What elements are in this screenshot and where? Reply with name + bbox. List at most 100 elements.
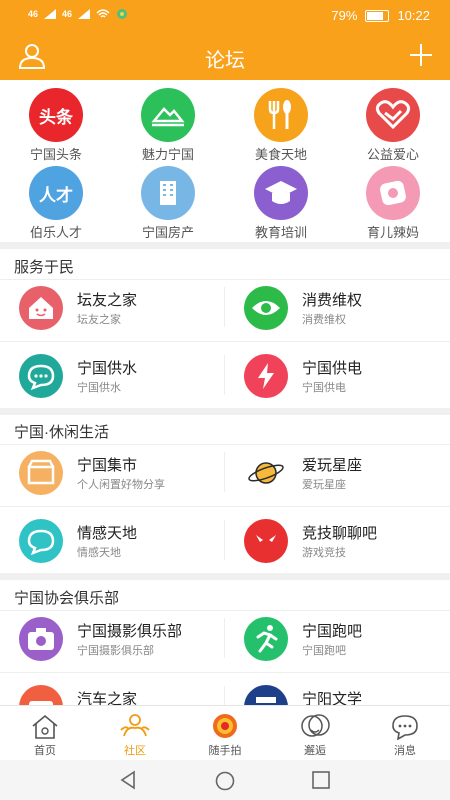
chat-icon [19, 354, 63, 398]
forum-card-game-mask[interactable]: 竞技聊聊吧 游戏竞技 [244, 519, 450, 565]
forum-card-eye[interactable]: 消费维权 消费维权 [244, 286, 450, 332]
back-nav-icon[interactable] [118, 770, 138, 790]
forum-card-subtitle: 宁国供电 [302, 382, 346, 394]
signal-2-label: 46 [62, 9, 73, 19]
divider [0, 279, 450, 280]
tab-encounter[interactable]: 邂逅 [280, 712, 350, 758]
forum-card-subtitle: 爱玩星座 [302, 479, 346, 491]
runner-icon [244, 617, 288, 661]
message-icon [389, 712, 421, 741]
signal-1-icon [44, 9, 57, 19]
forum-card-chat[interactable]: 宁国供水 宁国供水 [19, 354, 234, 400]
system-nav-bar [0, 760, 450, 800]
category-landscape[interactable]: 魅力宁国 [112, 88, 224, 163]
building-icon [141, 166, 195, 220]
tab-label: 随手拍 [208, 745, 242, 757]
divider [0, 506, 450, 507]
forum-card-title: 竞技聊聊吧 [302, 525, 378, 542]
forum-card-title: 坛友之家 [77, 292, 138, 309]
clock: 10:22 [397, 8, 430, 23]
shop-icon [19, 451, 63, 495]
category-graduation-cap[interactable]: 教育培训 [225, 166, 337, 241]
game-mask-icon [244, 519, 288, 563]
eye-icon [244, 286, 288, 330]
forum-card-subtitle: 坛友之家 [77, 314, 121, 326]
heart-icon [366, 88, 420, 142]
forum-card-subtitle: 宁国跑吧 [302, 645, 346, 657]
tab-home[interactable]: 首页 [10, 712, 80, 758]
recents-nav-icon[interactable] [312, 771, 330, 789]
forum-card-lightning[interactable]: 宁国供电 宁国供电 [244, 354, 450, 400]
category-toutiao[interactable]: 头条 宁国头条 [0, 88, 112, 163]
tab-message[interactable]: 消息 [370, 712, 440, 758]
forum-card-title: 消费维权 [302, 292, 363, 309]
forum-card-subtitle: 消费维权 [302, 314, 346, 326]
category-heart[interactable]: 公益爱心 [337, 88, 449, 163]
category-label: 宁国房产 [141, 225, 194, 240]
forum-card-title: 宁国供电 [302, 360, 363, 377]
app-header: 论坛 [0, 32, 450, 80]
app-notification-icon [117, 9, 128, 19]
add-post-button[interactable] [406, 40, 436, 70]
forum-card-chat-bubble[interactable]: 情感天地 情感天地 [19, 519, 234, 565]
forum-card-title: 情感天地 [77, 525, 138, 542]
forum-card-subtitle: 宁国供水 [77, 382, 121, 394]
tab-snapshot[interactable]: 随手拍 [190, 712, 260, 758]
landscape-icon [141, 88, 195, 142]
forum-card-title: 宁国摄影俱乐部 [77, 623, 183, 640]
forum-card-title: 宁国集市 [77, 457, 138, 474]
section-divider [0, 408, 450, 415]
category-label: 公益爱心 [366, 147, 419, 162]
community-icon [119, 712, 151, 740]
category-label: 宁国头条 [29, 147, 82, 162]
tab-community[interactable]: 社区 [100, 712, 170, 758]
signal-1-label: 46 [28, 9, 39, 19]
encounter-icon [299, 712, 331, 740]
category-talent[interactable]: 人才 伯乐人才 [0, 166, 112, 241]
category-building[interactable]: 宁国房产 [112, 166, 224, 241]
category-label: 育儿辣妈 [366, 225, 419, 240]
toutiao-icon: 头条 [29, 88, 83, 142]
divider [0, 672, 450, 673]
forum-card-camera[interactable]: 宁国摄影俱乐部 宁国摄影俱乐部 [19, 617, 234, 663]
status-bar: 46 46 79% 10:22 [0, 0, 450, 32]
forum-card-subtitle: 情感天地 [77, 547, 121, 559]
camera-icon [19, 617, 63, 661]
forum-card-house[interactable]: 坛友之家 坛友之家 [19, 286, 234, 332]
divider [0, 341, 450, 342]
tab-label: 首页 [34, 745, 56, 757]
snapshot-icon [209, 712, 241, 740]
category-label: 伯乐人才 [29, 225, 82, 240]
battery-percent: 79% [331, 8, 358, 23]
graduation-cap-icon [254, 166, 308, 220]
category-label: 教育培训 [254, 225, 307, 240]
tab-label: 邂逅 [304, 745, 326, 757]
section-title: 宁国协会俱乐部 [14, 590, 120, 607]
forum-card-subtitle: 宁国摄影俱乐部 [77, 645, 154, 657]
battery-icon [365, 9, 390, 22]
forum-card-title: 宁国供水 [77, 360, 138, 377]
forum-card-planet[interactable]: 爱玩星座 爱玩星座 [244, 451, 450, 497]
category-grid: 头条 宁国头条 魅力宁国 美食天地 公益爱心 人才 伯乐人才 宁国房产 教育培训 育儿辣妈 [0, 80, 450, 242]
tab-label: 社区 [124, 745, 146, 757]
forum-card-shop[interactable]: 宁国集市 个人闲置好物分享 [19, 451, 234, 497]
house-icon [19, 286, 63, 330]
section-divider [0, 242, 450, 249]
tab-label: 消息 [394, 745, 416, 757]
section-divider [0, 573, 450, 580]
category-baby[interactable]: 育儿辣妈 [337, 166, 449, 241]
bottom-tab-bar: 首页 社区 随手拍 邂逅 消息 [0, 705, 450, 761]
forum-card-runner[interactable]: 宁国跑吧 宁国跑吧 [244, 617, 450, 663]
section-title: 宁国·休闲生活 [14, 424, 109, 441]
talent-icon: 人才 [29, 166, 83, 220]
wifi-icon [96, 9, 110, 18]
divider [0, 610, 450, 611]
forum-card-subtitle: 游戏竞技 [302, 547, 346, 559]
planet-icon [244, 451, 288, 495]
category-label: 美食天地 [254, 147, 307, 162]
divider [0, 444, 450, 445]
home-nav-icon[interactable] [214, 770, 236, 792]
lightning-icon [244, 354, 288, 398]
category-fork-spoon[interactable]: 美食天地 [225, 88, 337, 163]
fork-spoon-icon [254, 88, 308, 142]
